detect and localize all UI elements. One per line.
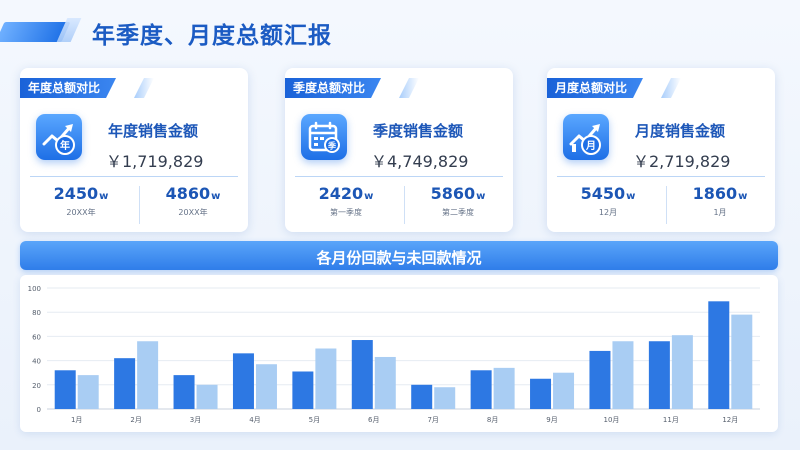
chart-bar: [54, 370, 76, 409]
stat-label: 12月: [598, 208, 618, 217]
chart-panel: 0 20 40 60 80 100 1月 2月 3月 4月 5月 6月 7月 8月 9月 10月 11月 12月: [20, 275, 778, 432]
bar-chart: 0 20 40 60 80 100 1月 2月 3月 4月 5月 6月 7月 8月 9月 10月 11月 12月: [28, 285, 760, 424]
stat-label: 第一季度: [330, 208, 362, 217]
card-amount: ￥1,719,829: [106, 152, 204, 171]
stat-label: 20XX年: [178, 208, 208, 217]
chart-bar: [173, 375, 195, 409]
chart-bar: [530, 378, 552, 409]
stat-value: 4860: [165, 184, 211, 203]
stat-unit: w: [364, 191, 374, 202]
y-tick-label: 0: [37, 406, 41, 414]
icon-char: 月: [585, 140, 596, 152]
chart-bar: [196, 384, 218, 409]
year-total-card: 年度总额对比 年 年度销售金额 ￥1,719,829 2450w 20XX年 4…: [20, 68, 248, 232]
chart-bar: [493, 367, 515, 409]
chart-bar: [589, 350, 611, 409]
x-tick-label: 2月: [130, 416, 141, 424]
chart-bar: [137, 341, 159, 409]
stat-item: 5450w 12月: [551, 184, 665, 218]
icon-char: 季: [327, 141, 337, 151]
y-tick-label: 100: [28, 285, 41, 293]
stat-value: 2450: [53, 184, 99, 203]
card-label: 季度销售金额: [373, 122, 464, 140]
y-tick-label: 60: [32, 333, 41, 341]
x-tick-label: 11月: [663, 416, 679, 424]
card-amount: ￥4,749,829: [371, 152, 469, 171]
icon-char: 年: [60, 139, 70, 152]
stat-label: 20XX年: [66, 208, 96, 217]
card-label: 月度销售金额: [635, 122, 726, 140]
card-tag: 月度总额对比: [547, 78, 643, 98]
stat-item: 2420w 第一季度: [289, 184, 403, 218]
section-header: 各月份回款与未回款情况: [20, 241, 778, 270]
stat-unit: w: [99, 191, 109, 202]
tag-decoration: [661, 78, 681, 98]
x-tick-label: 9月: [546, 416, 557, 424]
stat-item: 4860w 20XX年: [136, 184, 248, 218]
tag-decoration: [134, 78, 154, 98]
stat-unit: w: [211, 191, 221, 202]
chart-bar: [77, 375, 99, 409]
chart-bar: [731, 314, 753, 409]
card-amount: ￥2,719,829: [633, 152, 731, 171]
stat-value: 5860: [430, 184, 476, 203]
x-tick-label: 12月: [722, 416, 738, 424]
card-tag: 年度总额对比: [20, 78, 116, 98]
x-tick-label: 8月: [487, 416, 498, 424]
divider: [557, 176, 765, 177]
x-tick-label: 10月: [603, 416, 619, 424]
section-title: 各月份回款与未回款情况: [316, 249, 482, 267]
x-tick-label: 5月: [309, 416, 320, 424]
month-sales-icon: 月: [563, 114, 609, 160]
header-decoration: [0, 14, 82, 50]
stat-value: 5450: [580, 184, 626, 203]
stat-unit: w: [476, 191, 486, 202]
chart-bar: [434, 387, 456, 409]
divider: [30, 176, 238, 177]
divider: [295, 176, 503, 177]
chart-bar: [411, 384, 433, 409]
month-total-card: 月度总额对比 月 月度销售金额 ￥2,719,829 5450w 12月 186…: [547, 68, 775, 232]
stat-value: 1860: [692, 184, 738, 203]
card-label: 年度销售金额: [108, 122, 199, 140]
y-tick-label: 40: [32, 358, 41, 366]
tag-decoration: [399, 78, 419, 98]
quarter-total-card: 季度总额对比 季 季度销售金额 ￥4,749,829 2420w 第一季度 58…: [285, 68, 513, 232]
stat-item: 1860w 1月: [663, 184, 775, 218]
x-tick-label: 7月: [427, 416, 438, 424]
y-tick-label: 80: [32, 309, 41, 317]
stat-unit: w: [626, 191, 636, 202]
stat-label: 第二季度: [442, 208, 474, 217]
chart-bar: [553, 372, 575, 409]
year-sales-icon: 年: [36, 114, 82, 160]
calendar-icon: 季: [301, 114, 347, 160]
chart-bar: [671, 335, 693, 409]
y-tick-label: 20: [32, 382, 41, 390]
chart-bar: [708, 301, 730, 409]
chart-bar: [255, 364, 277, 409]
x-tick-label: 1月: [71, 416, 82, 424]
chart-bar: [612, 341, 634, 409]
page-title: 年季度、月度总额汇报: [92, 23, 332, 49]
stat-item: 5860w 第二季度: [401, 184, 513, 218]
chart-bar: [470, 370, 492, 409]
x-tick-label: 6月: [368, 416, 379, 424]
stat-unit: w: [738, 191, 748, 202]
stat-label: 1月: [713, 208, 727, 217]
x-tick-label: 4月: [249, 416, 260, 424]
chart-bar: [114, 358, 136, 409]
chart-bar: [232, 353, 254, 409]
chart-bar: [292, 371, 314, 409]
chart-bar: [374, 356, 396, 409]
chart-bar: [315, 348, 337, 409]
x-tick-label: 3月: [190, 416, 201, 424]
chart-bar: [648, 341, 670, 409]
stat-value: 2420: [318, 184, 364, 203]
card-tag: 季度总额对比: [285, 78, 381, 98]
chart-bar: [351, 340, 373, 409]
stat-item: 2450w 20XX年: [24, 184, 138, 218]
